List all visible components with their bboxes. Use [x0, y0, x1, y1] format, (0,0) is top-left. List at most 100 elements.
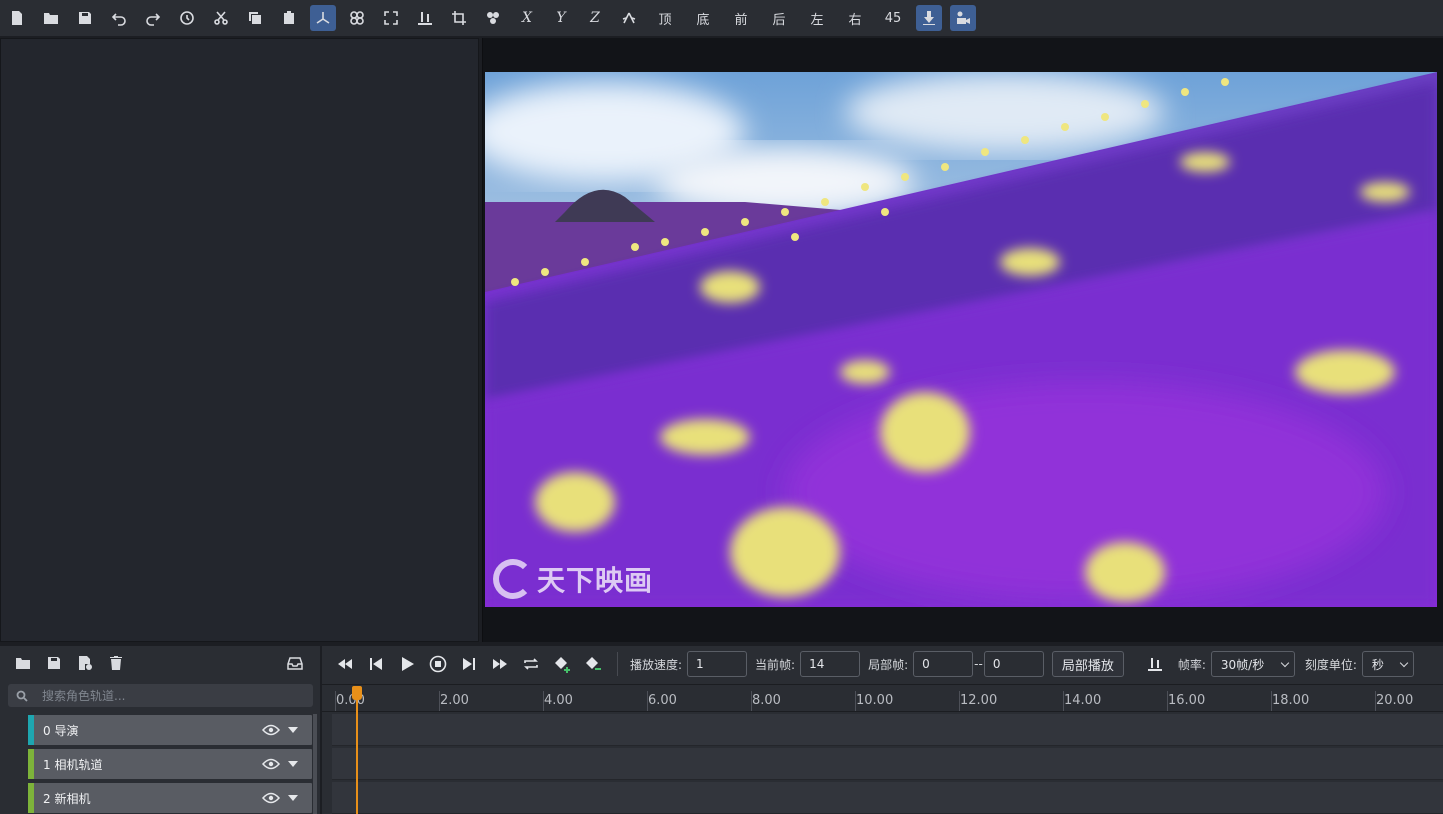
track-color-bar	[28, 783, 34, 813]
chevron-down-icon[interactable]	[288, 761, 298, 767]
3d-viewport[interactable]: 天下映画	[482, 38, 1443, 642]
track-label: 0 导演	[43, 723, 79, 738]
unit-value: 秒	[1371, 657, 1384, 672]
local-frame-end-input[interactable]: 0	[983, 651, 1044, 677]
view-back-button[interactable]: 后	[764, 5, 794, 31]
delete-track-icon[interactable]	[105, 652, 127, 674]
playhead[interactable]	[356, 686, 358, 814]
axis-z-button[interactable]: Z	[582, 5, 608, 31]
timeline-lane[interactable]	[332, 782, 1443, 814]
axis-free-icon[interactable]	[616, 5, 642, 31]
track-row[interactable]: 1 相机轨道	[28, 749, 312, 779]
timeline-lane[interactable]	[332, 714, 1443, 746]
fps-select[interactable]: 30帧/秒	[1210, 651, 1295, 677]
axis-x-button[interactable]: X	[514, 5, 540, 31]
current-frame-label: 当前帧:	[755, 657, 796, 672]
inbox-icon[interactable]	[284, 652, 306, 674]
move-gizmo-icon[interactable]	[310, 5, 336, 31]
unit-label: 刻度单位:	[1304, 657, 1357, 672]
eye-icon[interactable]	[262, 792, 280, 804]
ruler-tick-label: 6.00	[648, 693, 677, 708]
align-ground-icon[interactable]	[1144, 653, 1166, 675]
crop-icon[interactable]	[446, 5, 472, 31]
track-search-input[interactable]	[42, 688, 292, 703]
track-row[interactable]: 0 导演	[28, 715, 312, 745]
axis-y-button[interactable]: Y	[548, 5, 574, 31]
group-icon[interactable]	[480, 5, 506, 31]
scene-render[interactable]: 天下映画	[485, 72, 1437, 607]
range-separator: --	[974, 657, 983, 671]
rewind-icon[interactable]	[334, 653, 356, 675]
prev-frame-icon[interactable]	[365, 653, 387, 675]
cut-icon[interactable]	[208, 5, 234, 31]
scale-gizmo-icon[interactable]	[378, 5, 404, 31]
new-file-icon[interactable]	[4, 5, 30, 31]
save-as-track-icon[interactable]	[74, 652, 96, 674]
remove-keyframe-icon[interactable]	[582, 653, 604, 675]
fps-label: 帧率:	[1177, 657, 1206, 672]
ruler-tick-label: 10.00	[856, 693, 894, 708]
add-keyframe-icon[interactable]	[551, 653, 573, 675]
track-panel: 0 导演 1 相机轨道 2 新相机	[0, 646, 320, 814]
watermark: 天下映画	[493, 559, 653, 599]
history-icon[interactable]	[174, 5, 200, 31]
watermark-text: 天下映画	[537, 564, 654, 597]
track-row[interactable]: 2 新相机	[28, 783, 312, 813]
open-track-icon[interactable]	[12, 652, 34, 674]
chevron-down-icon	[1280, 658, 1290, 667]
outliner-panel	[0, 38, 479, 642]
track-label: 1 相机轨道	[43, 757, 103, 772]
local-frame-label: 局部帧:	[868, 657, 909, 672]
drop-to-ground-icon[interactable]	[916, 5, 942, 31]
track-toolbar	[0, 646, 320, 680]
track-label: 2 新相机	[43, 791, 91, 806]
time-ruler[interactable]: 0.00 2.00 4.00 6.00 8.00 10.00 12.00 14.00 16.00…	[322, 684, 1443, 712]
timeline-panel: 播放速度: 1 当前帧: 14 局部帧: 0 -- 0 局部播放 帧率: 30帧…	[322, 646, 1443, 814]
local-play-button[interactable]: 局部播放	[1051, 651, 1124, 677]
view-left-button[interactable]: 左	[802, 5, 832, 31]
speed-label: 播放速度:	[630, 657, 683, 672]
unit-select[interactable]: 秒	[1361, 651, 1414, 677]
stop-icon[interactable]	[427, 653, 449, 675]
view-front-button[interactable]: 前	[726, 5, 756, 31]
track-scrollbar[interactable]	[313, 714, 317, 814]
save-track-icon[interactable]	[43, 652, 65, 674]
eye-icon[interactable]	[262, 758, 280, 770]
ruler-tick-label: 14.00	[1064, 693, 1102, 708]
next-frame-icon[interactable]	[458, 653, 480, 675]
view-45-button[interactable]: 45	[878, 5, 908, 31]
align-ground-icon[interactable]	[412, 5, 438, 31]
toolbar-separator	[617, 652, 618, 676]
redo-icon[interactable]	[140, 5, 166, 31]
track-search[interactable]	[8, 684, 313, 707]
playback-toolbar: 播放速度: 1 当前帧: 14 局部帧: 0 -- 0 局部播放 帧率: 30帧…	[322, 646, 1443, 682]
ruler-tick-label: 4.00	[544, 693, 573, 708]
chevron-down-icon[interactable]	[288, 795, 298, 801]
fps-value: 30帧/秒	[1220, 657, 1265, 672]
chevron-down-icon[interactable]	[288, 727, 298, 733]
ruler-tick-label: 18.00	[1272, 693, 1310, 708]
undo-icon[interactable]	[106, 5, 132, 31]
paste-icon[interactable]	[276, 5, 302, 31]
save-icon[interactable]	[72, 5, 98, 31]
ruler-tick-label: 12.00	[960, 693, 998, 708]
view-bottom-button[interactable]: 底	[688, 5, 718, 31]
rotate-gizmo-icon[interactable]	[344, 5, 370, 31]
play-icon[interactable]	[396, 653, 418, 675]
view-top-button[interactable]: 顶	[650, 5, 680, 31]
view-right-button[interactable]: 右	[840, 5, 870, 31]
timeline-lane[interactable]	[332, 748, 1443, 780]
speed-input[interactable]: 1	[687, 651, 748, 677]
eye-icon[interactable]	[262, 724, 280, 736]
camera-add-icon[interactable]	[950, 5, 976, 31]
scene-image	[485, 72, 1437, 607]
fast-forward-icon[interactable]	[489, 653, 511, 675]
track-color-bar	[28, 715, 34, 745]
open-folder-icon[interactable]	[38, 5, 64, 31]
loop-icon[interactable]	[520, 653, 542, 675]
local-frame-start-input[interactable]: 0	[913, 651, 974, 677]
playhead-handle[interactable]	[352, 686, 362, 700]
chevron-down-icon	[1399, 658, 1409, 667]
copy-icon[interactable]	[242, 5, 268, 31]
current-frame-input[interactable]: 14	[800, 651, 861, 677]
